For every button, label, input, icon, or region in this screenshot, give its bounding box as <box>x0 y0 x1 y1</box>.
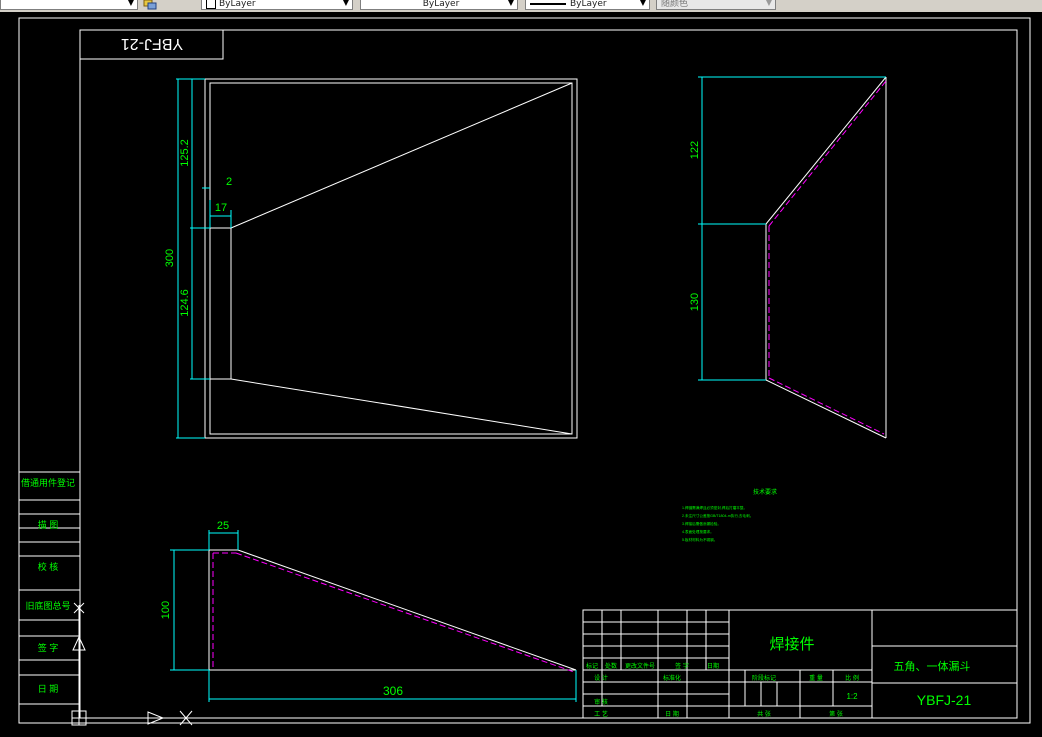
dim-bottom-top-width: 25 <box>217 520 229 532</box>
drawing-number: YBFJ-21 <box>917 692 972 708</box>
color-dropdown-label: ByLayer <box>219 0 256 9</box>
plotstyle-dropdown[interactable]: 随颜色 ▼ <box>656 0 776 10</box>
chevron-down-icon: ▼ <box>765 0 773 7</box>
scale-value: 1:2 <box>846 692 858 701</box>
weight-label: 重 量 <box>809 674 823 682</box>
dim-side-top-height: 122 <box>689 141 701 159</box>
title-lower-label: 标准化 <box>663 674 681 682</box>
dim-side-bottom-height: 130 <box>689 293 701 311</box>
layer-dropdown[interactable]: ▼ <box>0 0 138 10</box>
left-strip-label: 签 字 <box>38 642 59 653</box>
drawing-canvas[interactable]: YBFJ-21 300 125.2 124.6 2 17 122 130 100… <box>0 12 1042 737</box>
dim-bottom-height: 100 <box>160 601 172 619</box>
color-swatch-icon <box>206 0 216 9</box>
left-strip-label: 旧底图总号 <box>25 600 70 611</box>
title-lower-label: 工 艺 <box>594 710 608 718</box>
title-row-label: 处数 <box>605 662 617 670</box>
chevron-down-icon: ▼ <box>507 0 515 7</box>
linetype-dropdown[interactable]: ByLayer ▼ <box>360 0 518 10</box>
notes-line: 3.焊接后需做渗漏检验。 <box>682 521 721 526</box>
dim-front-top-height: 125.2 <box>179 139 191 167</box>
notes-line: 1.焊缝需满焊且必须密封,焊后打磨平整。 <box>682 505 747 510</box>
title-row-label: 标记 <box>586 662 598 670</box>
left-strip-label: 日 期 <box>38 684 59 694</box>
title-row-label: 更改文件号 <box>625 662 655 670</box>
title-lower-label: 设 计 <box>594 674 608 682</box>
mirrored-number-text: YBFJ-21 <box>121 35 183 52</box>
plotstyle-dropdown-label: 随颜色 <box>661 0 689 9</box>
dim-front-mid-height: 124.6 <box>179 289 191 317</box>
title-row-label: 日期 <box>707 662 719 670</box>
left-strip-label: 校 核 <box>38 561 59 572</box>
title-row-label: 签 字 <box>675 662 689 670</box>
part-name: 焊接件 <box>769 636 814 653</box>
chevron-down-icon: ▼ <box>342 0 350 7</box>
scale-label: 比 例 <box>845 674 859 682</box>
lineweight-dropdown-label: ByLayer <box>570 0 607 9</box>
left-strip-label: 描 图 <box>38 519 59 530</box>
notes-title: 技术要求 <box>753 488 777 496</box>
chevron-down-icon: ▼ <box>127 0 135 7</box>
sheet-label: 共 张 <box>757 710 771 718</box>
dim-bottom-total-width: 306 <box>383 684 403 698</box>
dim-front-inner-width: 17 <box>215 202 227 214</box>
stage-label: 阶段标记 <box>752 674 776 682</box>
layer-states-icon[interactable] <box>143 0 157 10</box>
title-lower-label: 审 核 <box>594 698 608 706</box>
linetype-dropdown-label: ByLayer <box>422 0 460 9</box>
product-name: 五角、一体漏斗 <box>894 659 971 673</box>
notes-line: 5.板材材料为不锈钢。 <box>682 537 717 542</box>
lineweight-dropdown[interactable]: ByLayer ▼ <box>525 0 650 10</box>
title-lower-label: 日 期 <box>665 710 679 718</box>
dim-front-wall: 2 <box>226 176 232 188</box>
notes-line: 4.表面处理按要求。 <box>682 529 714 534</box>
lineweight-sample-icon <box>530 2 566 5</box>
sheet-of-label: 第 张 <box>829 710 843 718</box>
notes-line: 2.未注尺寸公差按GB/T1804-m执行,去毛刺。 <box>682 513 753 518</box>
dim-front-total-height: 300 <box>164 249 176 267</box>
left-strip-label: 借通用件登记 <box>21 477 75 488</box>
chevron-down-icon: ▼ <box>639 0 647 7</box>
color-dropdown[interactable]: ByLayer ▼ <box>201 0 353 10</box>
